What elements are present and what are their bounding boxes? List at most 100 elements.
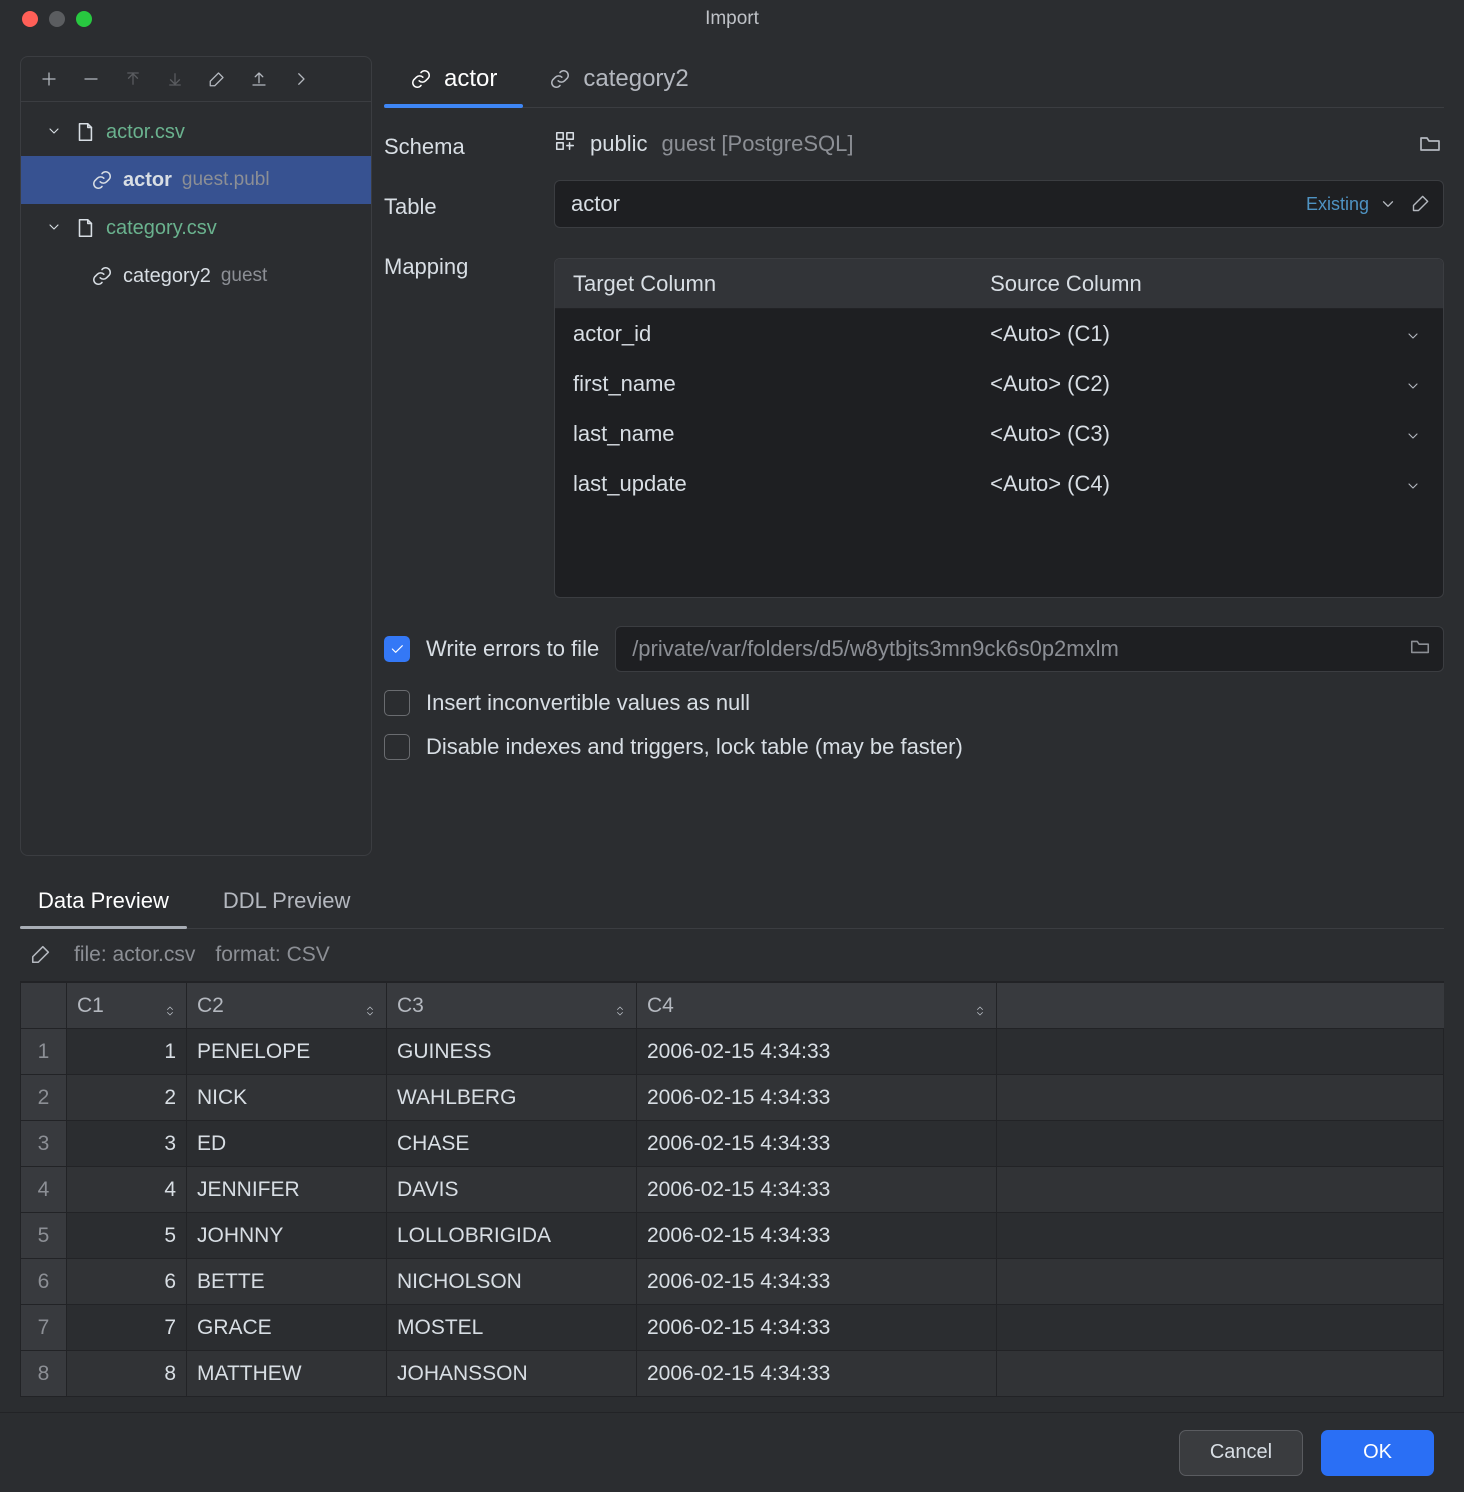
tab-ddl-preview[interactable]: DDL Preview [205, 878, 369, 928]
browse-schema-button[interactable] [1418, 131, 1444, 157]
cell-c3[interactable]: JOHANSSON [387, 1351, 637, 1397]
schema-name: public [590, 131, 647, 157]
cell-c3[interactable]: WAHLBERG [387, 1075, 637, 1121]
tab-data-preview[interactable]: Data Preview [20, 878, 187, 928]
cell-spacer [997, 1305, 1444, 1351]
cell-c1[interactable]: 4 [67, 1167, 187, 1213]
tree-node-category-csv[interactable]: category.csv [21, 204, 371, 252]
table-row[interactable]: 66BETTENICHOLSON2006-02-15 4:34:33 [21, 1259, 1444, 1305]
move-down-button[interactable] [155, 63, 195, 95]
write-errors-checkbox[interactable] [384, 636, 410, 662]
browse-folder-button[interactable] [1409, 635, 1431, 663]
mapping-row[interactable]: last_update<Auto> (C4) [555, 459, 1443, 509]
mapping-source: <Auto> (C4) [990, 471, 1405, 497]
cancel-button[interactable]: Cancel [1179, 1430, 1303, 1476]
tab-category2[interactable]: category2 [523, 55, 714, 107]
move-up-button[interactable] [113, 63, 153, 95]
cell-c3[interactable]: CHASE [387, 1121, 637, 1167]
disable-indexes-checkbox[interactable] [384, 734, 410, 760]
chevron-down-icon[interactable] [1405, 474, 1425, 494]
error-file-path-input[interactable]: /private/var/folders/d5/w8ytbjts3mn9ck6s… [615, 626, 1444, 672]
cell-c1[interactable]: 6 [67, 1259, 187, 1305]
preview-format-label: format: CSV [215, 943, 329, 967]
schema-value[interactable]: public guest [PostgreSQL] [554, 130, 1444, 158]
link-icon [410, 68, 432, 90]
remove-button[interactable] [71, 63, 111, 95]
cell-c3[interactable]: DAVIS [387, 1167, 637, 1213]
link-icon [91, 169, 113, 191]
tab-actor[interactable]: actor [384, 55, 523, 107]
table-row[interactable]: 44JENNIFERDAVIS2006-02-15 4:34:33 [21, 1167, 1444, 1213]
cell-c4[interactable]: 2006-02-15 4:34:33 [637, 1213, 997, 1259]
mapping-row[interactable]: last_name<Auto> (C3) [555, 409, 1443, 459]
cell-c3[interactable]: MOSTEL [387, 1305, 637, 1351]
sort-icon [614, 999, 628, 1013]
column-header-c2[interactable]: C2 [187, 983, 387, 1029]
cell-c1[interactable]: 2 [67, 1075, 187, 1121]
tree-node-actor-table[interactable]: actor guest.publ [21, 156, 371, 204]
table-input[interactable]: actor Existing [554, 180, 1444, 228]
mapping-row[interactable]: first_name<Auto> (C2) [555, 359, 1443, 409]
cell-c2[interactable]: ED [187, 1121, 387, 1167]
next-button[interactable] [281, 63, 321, 95]
table-row[interactable]: 22NICKWAHLBERG2006-02-15 4:34:33 [21, 1075, 1444, 1121]
cell-c4[interactable]: 2006-02-15 4:34:33 [637, 1029, 997, 1075]
schema-label: Schema [384, 134, 526, 160]
mapping-label: Mapping [384, 254, 526, 280]
cell-c2[interactable]: BETTE [187, 1259, 387, 1305]
tree-node-actor-csv[interactable]: actor.csv [21, 108, 371, 156]
export-button[interactable] [239, 63, 279, 95]
row-number: 2 [21, 1075, 67, 1121]
pencil-icon[interactable] [1411, 193, 1433, 215]
cell-spacer [997, 1259, 1444, 1305]
row-number: 8 [21, 1351, 67, 1397]
window-close-icon[interactable] [22, 11, 38, 27]
cell-c2[interactable]: NICK [187, 1075, 387, 1121]
cell-c2[interactable]: MATTHEW [187, 1351, 387, 1397]
table-row[interactable]: 88MATTHEWJOHANSSON2006-02-15 4:34:33 [21, 1351, 1444, 1397]
table-row[interactable]: 33EDCHASE2006-02-15 4:34:33 [21, 1121, 1444, 1167]
cell-c4[interactable]: 2006-02-15 4:34:33 [637, 1075, 997, 1121]
chevron-down-icon[interactable] [1405, 324, 1425, 344]
chevron-down-icon[interactable] [1405, 424, 1425, 444]
mapping-header-source[interactable]: Source Column [990, 271, 1443, 297]
edit-button[interactable] [197, 63, 237, 95]
cell-c1[interactable]: 7 [67, 1305, 187, 1351]
cell-spacer [997, 1029, 1444, 1075]
cell-c3[interactable]: NICHOLSON [387, 1259, 637, 1305]
cell-c1[interactable]: 8 [67, 1351, 187, 1397]
tree-node-category2-table[interactable]: category2 guest [21, 252, 371, 300]
cell-c4[interactable]: 2006-02-15 4:34:33 [637, 1351, 997, 1397]
cell-c1[interactable]: 1 [67, 1029, 187, 1075]
chevron-down-icon[interactable] [1379, 193, 1401, 215]
chevron-down-icon[interactable] [1405, 374, 1425, 394]
cell-c4[interactable]: 2006-02-15 4:34:33 [637, 1167, 997, 1213]
cell-c4[interactable]: 2006-02-15 4:34:33 [637, 1121, 997, 1167]
cell-c3[interactable]: GUINESS [387, 1029, 637, 1075]
cell-c2[interactable]: JOHNNY [187, 1213, 387, 1259]
cell-c4[interactable]: 2006-02-15 4:34:33 [637, 1259, 997, 1305]
insert-null-checkbox[interactable] [384, 690, 410, 716]
cell-c3[interactable]: LOLLOBRIGIDA [387, 1213, 637, 1259]
table-row[interactable]: 55JOHNNYLOLLOBRIGIDA2006-02-15 4:34:33 [21, 1213, 1444, 1259]
column-header-spacer [997, 983, 1444, 1029]
cell-c2[interactable]: GRACE [187, 1305, 387, 1351]
mapping-header-target[interactable]: Target Column [555, 271, 990, 297]
cell-c4[interactable]: 2006-02-15 4:34:33 [637, 1305, 997, 1351]
tree-node-label: actor [123, 169, 172, 192]
cell-c1[interactable]: 3 [67, 1121, 187, 1167]
edit-preview-button[interactable] [30, 943, 54, 967]
mapping-row[interactable]: actor_id<Auto> (C1) [555, 309, 1443, 359]
table-row[interactable]: 77GRACEMOSTEL2006-02-15 4:34:33 [21, 1305, 1444, 1351]
cell-c1[interactable]: 5 [67, 1213, 187, 1259]
column-header-c4[interactable]: C4 [637, 983, 997, 1029]
table-row[interactable]: 11PENELOPEGUINESS2006-02-15 4:34:33 [21, 1029, 1444, 1075]
add-button[interactable] [29, 63, 69, 95]
ok-button[interactable]: OK [1321, 1430, 1434, 1476]
cell-c2[interactable]: JENNIFER [187, 1167, 387, 1213]
cell-c2[interactable]: PENELOPE [187, 1029, 387, 1075]
column-header-c3[interactable]: C3 [387, 983, 637, 1029]
column-header-c1[interactable]: C1 [67, 983, 187, 1029]
window-zoom-icon[interactable] [76, 11, 92, 27]
window-minimize-icon[interactable] [49, 11, 65, 27]
